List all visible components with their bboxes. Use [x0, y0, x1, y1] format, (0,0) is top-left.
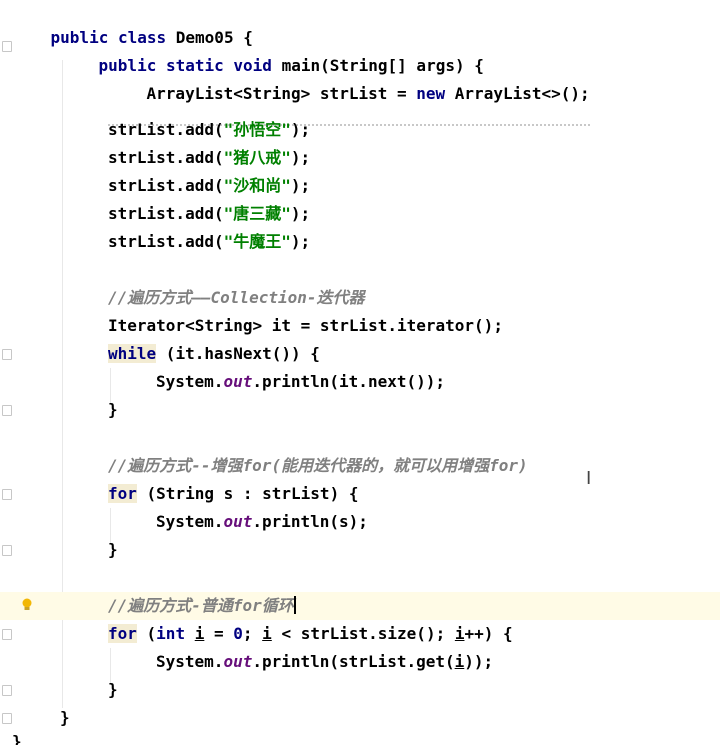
code-line[interactable]: strList.add("唐三藏"); [0, 200, 720, 228]
code-line[interactable]: for (int i = 0; i < strList.size(); i++)… [0, 620, 720, 648]
code-text: (it.hasNext()) { [156, 344, 320, 363]
code-line[interactable]: System.out.println(s); [0, 508, 720, 536]
text-caret [293, 596, 296, 614]
code-comment: //遍历方式-普通for循环 [108, 596, 294, 615]
code-text: System. [156, 512, 224, 531]
code-text: < strList.size(); [271, 624, 455, 643]
closing-brace: } [108, 680, 118, 699]
code-comment: //遍历方式--增强for(能用迭代器的，就可以用增强for) [108, 456, 528, 475]
code-text: .println(s); [252, 512, 368, 531]
code-text: ); [290, 204, 311, 223]
lightbulb-icon[interactable] [21, 598, 33, 615]
code-line[interactable]: System.out.println(strList.get(i)); [0, 648, 720, 676]
code-text: System. [156, 652, 224, 671]
code-line[interactable]: //遍历方式——Collection-迭代器 [0, 284, 720, 312]
code-text: ++) { [464, 624, 513, 643]
code-text: strList.add( [108, 204, 224, 223]
code-text: strList.add( [108, 232, 224, 251]
code-line[interactable]: strList.add("猪八戒"); [0, 144, 720, 172]
code-line[interactable]: } [0, 396, 720, 424]
code-text: Iterator<String> it = strList.iterator()… [108, 316, 503, 335]
code-text: (String s : strList) { [136, 484, 359, 503]
code-text: ); [290, 176, 311, 195]
string-literal: "猪八戒" [223, 148, 291, 167]
loop-variable: i [262, 624, 272, 643]
string-literal: "沙和尚" [223, 176, 291, 195]
static-field: out [223, 512, 253, 531]
code-line[interactable]: strList.add("牛魔王"); [0, 228, 720, 256]
code-line[interactable]: ArrayList<String> strList = new ArrayLis… [0, 60, 720, 126]
code-text: ArrayList<>(); [445, 84, 590, 103]
keyword: for [108, 484, 137, 503]
keyword: for [108, 624, 137, 643]
code-line[interactable]: } [0, 676, 720, 704]
code-text: )); [464, 652, 494, 671]
string-literal: "唐三藏" [223, 204, 291, 223]
string-literal: "牛魔王" [223, 232, 291, 251]
code-line[interactable]: //遍历方式--增强for(能用迭代器的，就可以用增强for) [0, 452, 720, 480]
loop-variable: i [454, 652, 465, 671]
code-line[interactable]: } [0, 536, 720, 564]
code-text: = [204, 624, 234, 643]
closing-brace: } [108, 400, 118, 419]
code-text: strList.add( [108, 176, 224, 195]
code-text: ); [290, 148, 311, 167]
code-line[interactable]: while (it.hasNext()) { [0, 340, 720, 368]
text-cursor-icon: I [586, 468, 592, 489]
static-field: out [223, 652, 253, 671]
code-line[interactable]: Iterator<String> it = strList.iterator()… [0, 312, 720, 340]
code-text: strList.add( [108, 120, 224, 139]
code-text: ); [290, 232, 311, 251]
code-comment: //遍历方式——Collection-迭代器 [108, 288, 365, 307]
code-text: ( [136, 624, 157, 643]
code-line[interactable]: strList.add("孙悟空"); [0, 116, 720, 144]
code-line[interactable]: System.out.println(it.next()); [0, 368, 720, 396]
closing-brace: } [108, 540, 118, 559]
code-line-current[interactable]: //遍历方式-普通for循环 [0, 592, 720, 620]
code-text: ); [290, 120, 311, 139]
keyword: while [108, 344, 157, 363]
code-line[interactable]: public class Demo05 { [0, 4, 720, 47]
closing-brace: } [60, 708, 70, 727]
code-text: ; [242, 624, 263, 643]
code-text: strList.add( [108, 148, 224, 167]
code-line[interactable]: public static void main(String[] args) { [0, 32, 720, 75]
code-line[interactable]: strList.add("沙和尚"); [0, 172, 720, 200]
loop-variable: i [194, 624, 205, 643]
code-text: System. [156, 372, 224, 391]
closing-brace: } [12, 732, 22, 745]
string-literal: "孙悟空" [223, 120, 291, 139]
code-line[interactable]: for (String s : strList) { [0, 480, 720, 508]
keyword: new [416, 84, 446, 103]
keyword: int [156, 624, 186, 643]
code-text: ArrayList<String> strList = [146, 84, 417, 103]
code-text: .println(strList.get( [252, 652, 455, 671]
code-line[interactable]: } [0, 728, 720, 745]
code-text: .println(it.next()); [252, 372, 445, 391]
static-field: out [223, 372, 253, 391]
number-literal: 0 [233, 624, 243, 643]
